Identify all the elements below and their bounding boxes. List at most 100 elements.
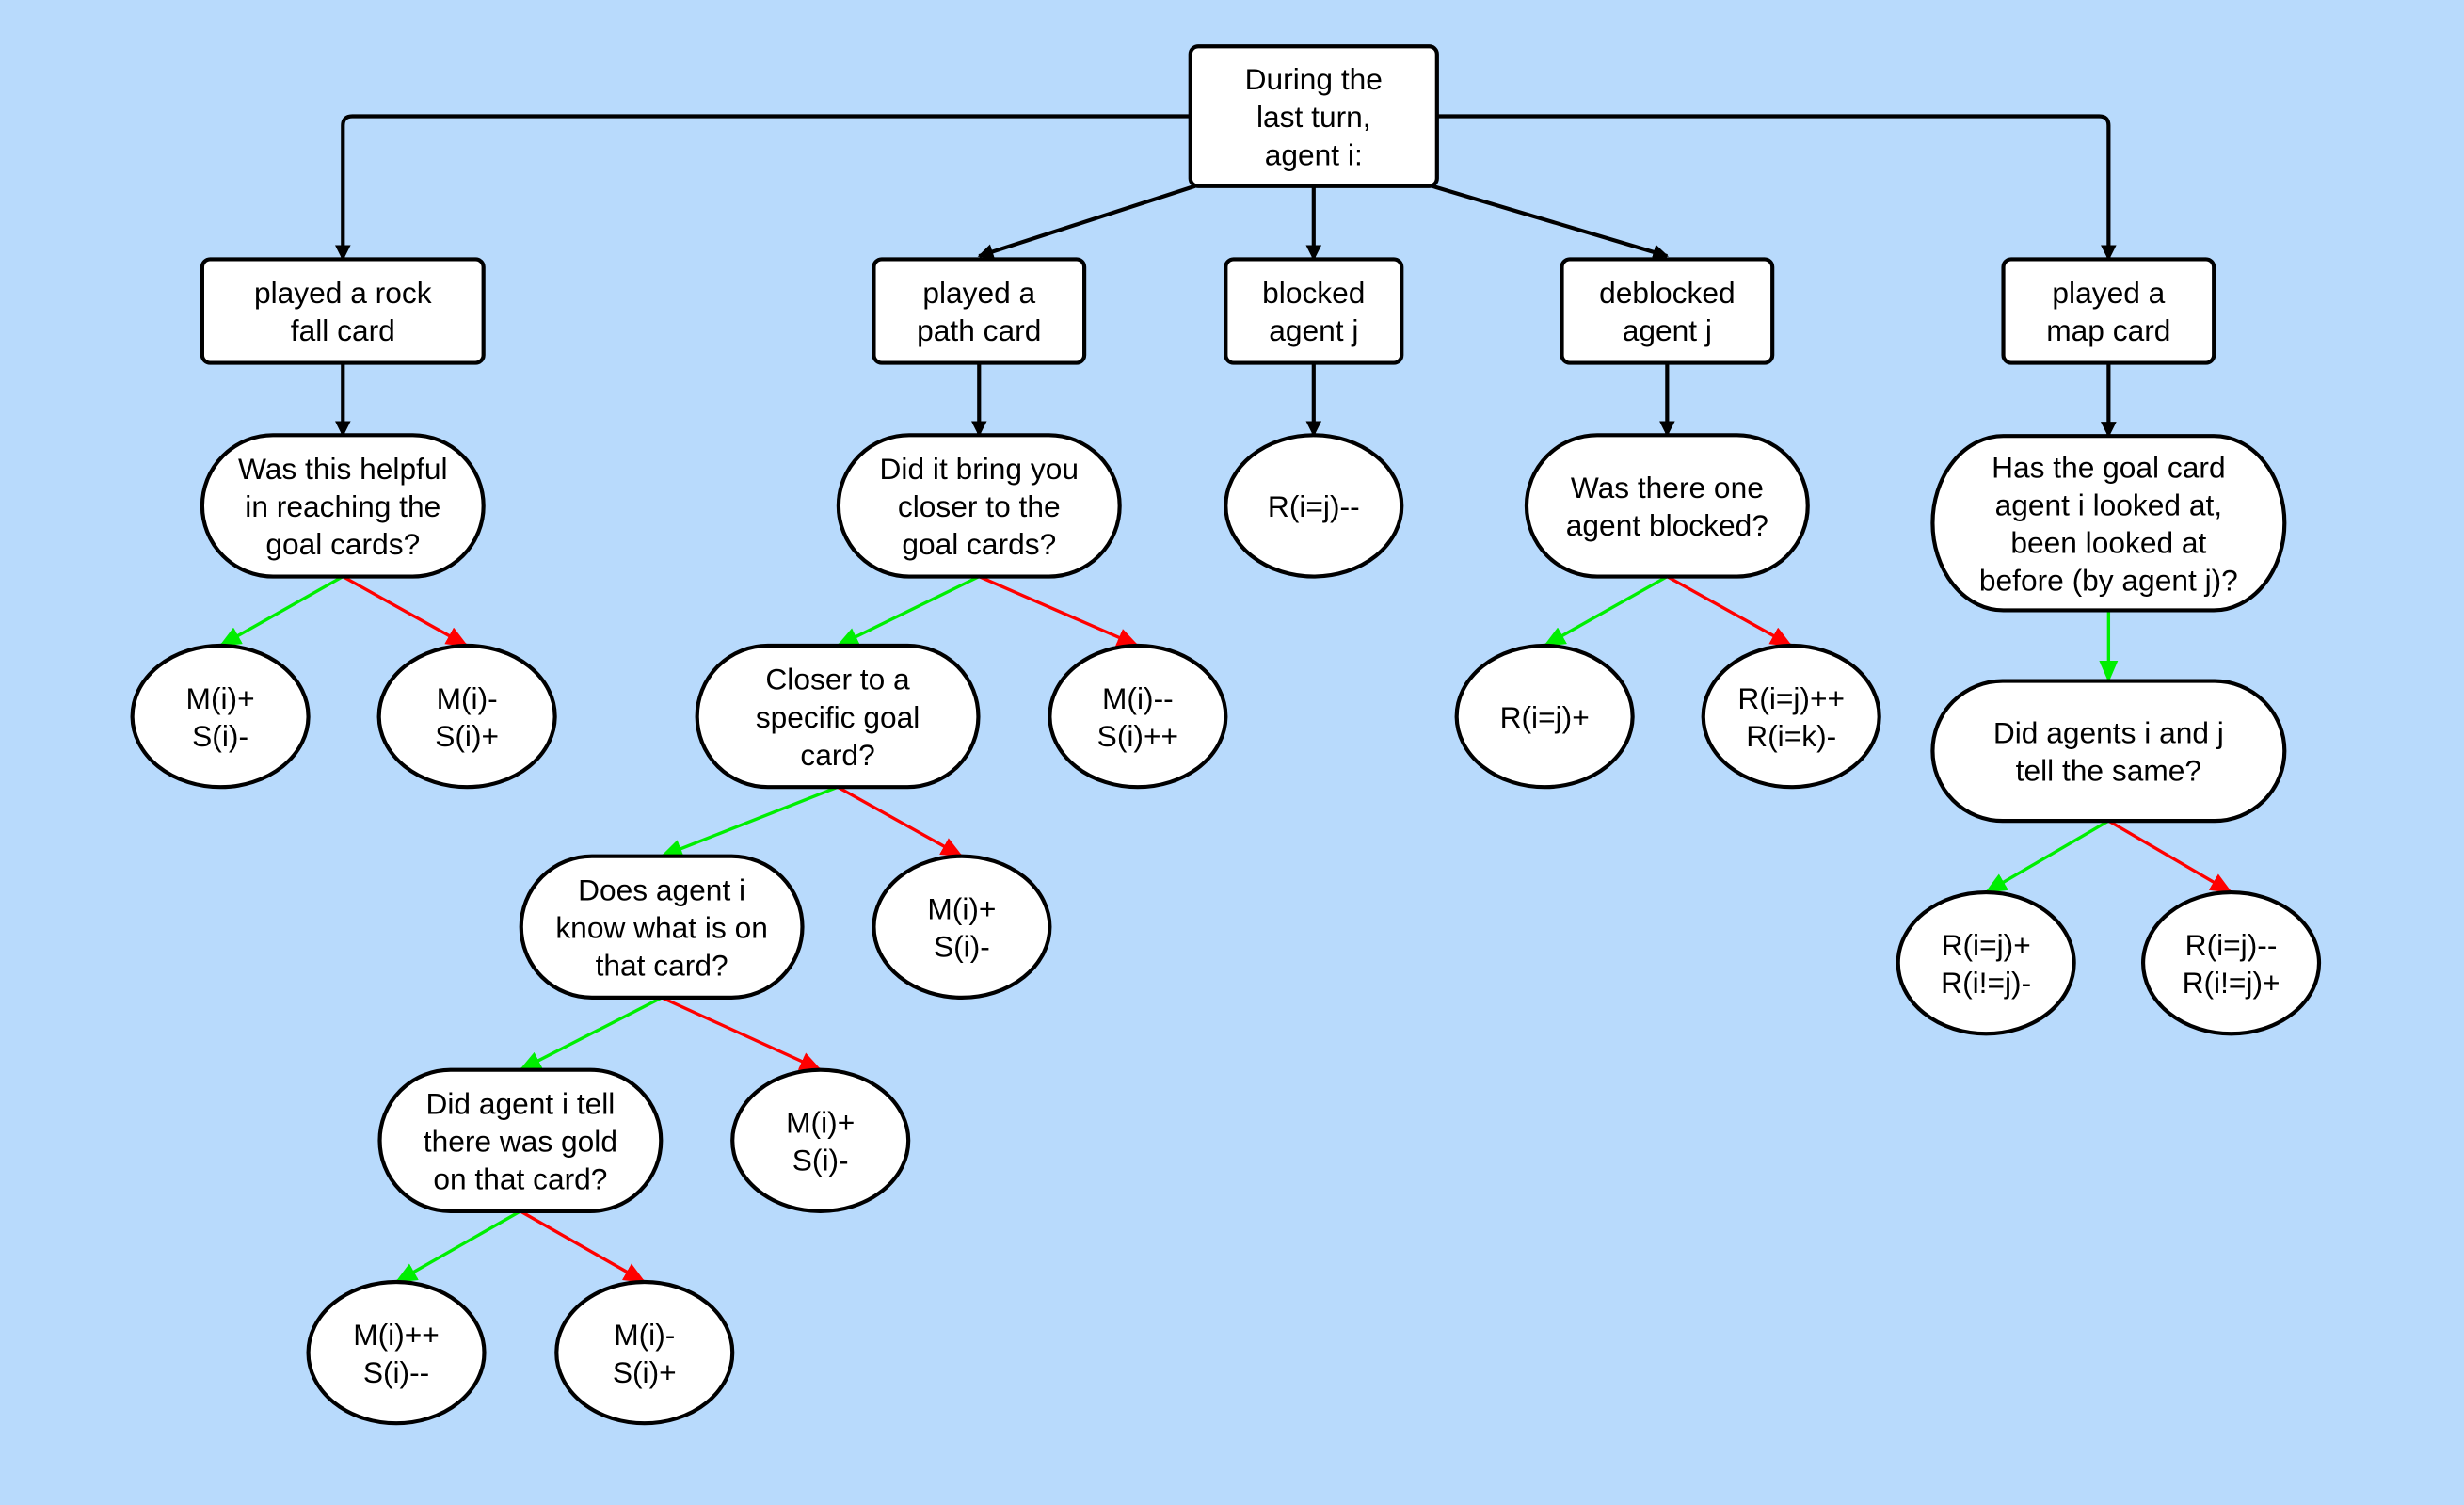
node-label-line: Did agent i tell: [425, 1086, 615, 1120]
node-l-path-no: M(i)-- S(i)++: [1048, 643, 1228, 790]
edge-root-to-path: [977, 184, 1196, 260]
edge-q_gold-to-l_gold_yes: [394, 1209, 521, 1284]
node-label-line: played a rock: [254, 276, 432, 310]
node-label-line: R(i=j)+: [1942, 928, 2031, 962]
node-label-line: Has the goal card: [1992, 450, 2226, 484]
node-label-line: deblocked: [1599, 276, 1736, 310]
decision-tree-diagram: During the last turn,agent i: played a roc…: [130, 44, 2322, 1426]
node-rock: played a rockfall card: [200, 257, 486, 365]
edge-q_deb-to-l_deb_no: [1666, 575, 1793, 648]
node-label-line: R(i!=j)-: [1941, 966, 2031, 1000]
node-q-know: Does agent i know what is on that card?: [519, 854, 805, 1000]
node-l-deb-no: R(i=j)++ R(i=k)-: [1701, 643, 1881, 790]
node-q-path: Did it bring youcloser to the goal cards?: [836, 433, 1122, 579]
leaf-ellipse: [730, 1067, 911, 1213]
edge-q_same-to-l_same_no: [2107, 819, 2232, 894]
edge-root-to-map: [1436, 114, 2117, 262]
node-label-line: agent i looked at,: [1995, 488, 2222, 521]
node-q-deb: Was there one agent blocked?: [1524, 433, 1810, 579]
node-label-line: closer to the: [898, 489, 1061, 523]
node-q-rock: Was this helpfulin reaching the goal card…: [200, 433, 486, 579]
node-label-line: tell the same?: [2016, 754, 2201, 788]
node-label-line: R(i=j)--: [2185, 928, 2278, 962]
node-q-same: Did agents i and j tell the same?: [1930, 679, 2287, 824]
question-pill: [1524, 433, 1810, 579]
node-label-line: Did it bring you: [880, 452, 1079, 486]
node-root: During the last turn,agent i:: [1188, 44, 1439, 188]
node-label-line: M(i)+: [927, 891, 996, 925]
node-label-line: blocked: [1262, 276, 1365, 310]
node-label-line: R(i=k)-: [1746, 719, 1836, 753]
node-q-closer: Closer to a specific goal card?: [695, 643, 981, 790]
node-label-line: M(i)--: [1102, 681, 1174, 715]
node-label-line: goal cards?: [902, 527, 1056, 561]
node-label-line: there was gold: [424, 1124, 617, 1158]
node-l-gold-yes: M(i)++S(i)--: [306, 1279, 487, 1426]
leaf-ellipse: [872, 854, 1052, 1000]
node-l-same-yes: R(i=j)+ R(i!=j)-: [1896, 889, 2076, 1036]
node-label-line: Closer to a: [765, 663, 910, 696]
node-label-line: agent j: [1623, 313, 1712, 347]
edge-q_rock-to-l_rock_yes: [218, 575, 344, 648]
node-label-line: in reaching the: [245, 489, 440, 523]
node-label-line: goal cards?: [265, 527, 420, 561]
node-label-line: S(i)+: [613, 1355, 677, 1389]
node-map: played amap card: [2001, 257, 2216, 365]
node-l-same-no: R(i=j)-- R(i!=j)+: [2140, 889, 2322, 1036]
node-label-line: specific goal: [756, 700, 920, 734]
edge-q_deb-to-l_deb_yes: [1543, 575, 1669, 648]
node-label-line: map card: [2046, 313, 2170, 347]
node-label-line: R(i=j)+: [1500, 700, 1590, 734]
node-l-closer-no: M(i)+ S(i)-: [872, 854, 1052, 1000]
node-label-line: Does agent i: [578, 873, 745, 906]
node-label-line: R(i=j)++: [1737, 681, 1845, 715]
question-pill: [1930, 679, 2287, 824]
node-label-line: R(i!=j)+: [2183, 966, 2280, 1000]
node-label-line: played a: [2052, 276, 2165, 310]
node-label-line: S(i)-: [192, 719, 248, 753]
node-label-line: S(i)+: [435, 719, 499, 753]
node-label-line: card?: [800, 738, 874, 772]
node-label-line: before (by agent j)?: [1979, 564, 2238, 598]
leaf-ellipse: [1701, 643, 1881, 790]
node-deblocked: deblockedagent j: [1560, 257, 1775, 365]
node-label-line: played a: [922, 276, 1035, 310]
node-label-line: M(i)-: [614, 1318, 675, 1352]
node-label-line: S(i)++: [1097, 719, 1178, 753]
node-path: played apath card: [872, 257, 1087, 365]
node-label-line: Did agents i and j: [1993, 715, 2224, 749]
node-label-line: that card?: [596, 949, 728, 983]
edge-q_same-to-l_same_yes: [1984, 819, 2110, 894]
edge-q_closer-to-l_closer_no: [837, 785, 964, 858]
node-l-rock-no: M(i)- S(i)+: [376, 643, 557, 790]
leaf-ellipse: [1896, 889, 2076, 1036]
leaf-ellipse: [1048, 643, 1228, 790]
node-q-gold: Did agent i tell there was gold on that ca…: [377, 1067, 664, 1213]
node-label-line: R(i=j)--: [1268, 489, 1360, 523]
node-q-map: Has the goal card agent i looked at, been …: [1930, 434, 2287, 613]
edge-q_know-to-l_know_no: [661, 996, 823, 1072]
edge-q_gold-to-l_gold_no: [520, 1209, 647, 1284]
node-label-line: path card: [917, 313, 1041, 347]
node-label-line: fall card: [291, 313, 395, 347]
edge-q_path-to-q_closer: [836, 575, 981, 648]
node-label-line: S(i)-: [792, 1143, 849, 1177]
node-label-line: M(i)++: [353, 1318, 440, 1352]
edge-q_know-to-q_gold: [519, 996, 663, 1072]
edge-root-to-deblocked: [1432, 184, 1669, 260]
node-label-line: agent i:: [1265, 137, 1363, 171]
node-label-line: on that card?: [433, 1162, 607, 1196]
leaf-ellipse: [554, 1279, 735, 1426]
node-l-rock-yes: M(i)+ S(i)-: [130, 643, 311, 790]
node-label-line: been looked at: [2010, 526, 2206, 560]
node-label-line: know what is on: [555, 910, 768, 944]
node-label-line: M(i)+: [186, 681, 255, 715]
node-l-deb-yes: R(i=j)+: [1454, 643, 1635, 790]
leaf-ellipse: [306, 1279, 487, 1426]
node-l-blocked: R(i=j)--: [1224, 433, 1404, 579]
node-label-line: During the: [1245, 62, 1383, 96]
node-label-line: Was there one: [1571, 471, 1764, 504]
node-l-gold-no: M(i)-S(i)+: [554, 1279, 735, 1426]
node-blocked: blockedagent j: [1224, 257, 1404, 365]
node-label-line: agent blocked?: [1566, 508, 1768, 542]
